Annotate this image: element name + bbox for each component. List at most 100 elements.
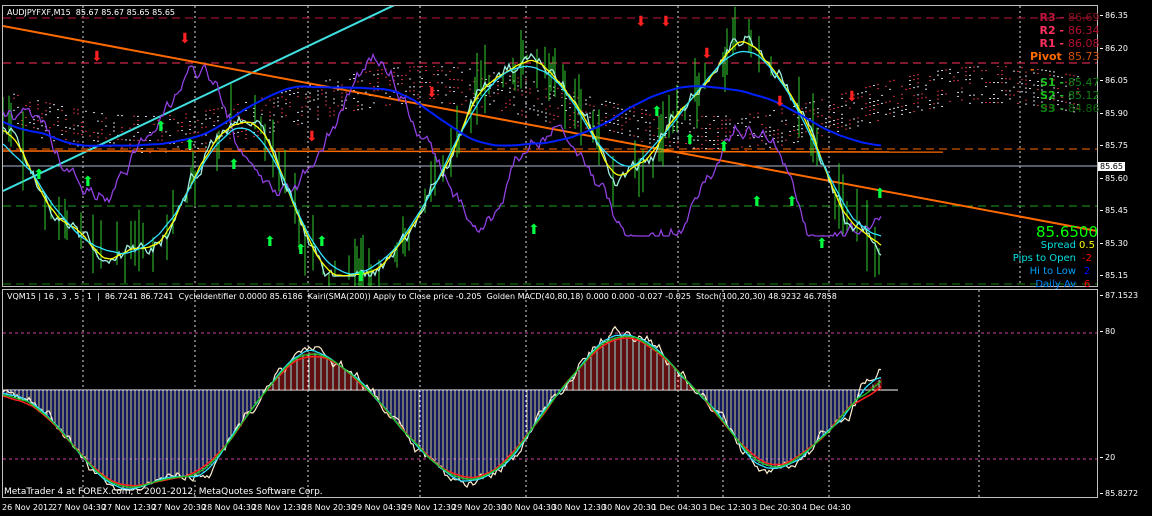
cloud-dot: [521, 114, 523, 116]
main-price-chart[interactable]: ⬇ ⬇ ⬇ ⬇ ⬇ ⬇ ⬇ ⬇ ⬇ ⬆ ⬆ ⬆ ⬆ ⬆ ⬆ ⬆ ⬆ ⬆ ⬆ ⬆ ⬆ ⬆ ⬆ ⬆ ⬆ ⬆ AUDJPYFXF,M15…: [2, 5, 1098, 287]
cloud-dot: [221, 107, 223, 109]
cloud-dot: [145, 115, 147, 117]
cloud-dot: [729, 119, 731, 121]
cloud-dot: [305, 105, 307, 107]
cloud-dot: [829, 105, 831, 107]
cloud-dot: [453, 103, 455, 105]
cloud-dot: [825, 126, 827, 128]
cloud-dot: [641, 117, 643, 119]
cloud-dot: [721, 119, 723, 121]
cloud-dot: [17, 94, 19, 96]
cloud-dot: [821, 115, 823, 117]
cloud-dot: [345, 91, 347, 93]
price-tick: 85.90: [1100, 109, 1128, 118]
time-tick: 28 Nov 20:30: [302, 503, 356, 512]
cloud-dot: [609, 101, 611, 103]
time-tick: 29 Nov 12:30: [402, 503, 456, 512]
cloud-dot: [449, 102, 451, 104]
cloud-dot: [73, 128, 75, 130]
cloud-dot: [121, 131, 123, 133]
cloud-dot: [109, 142, 111, 144]
cloud-dot: [289, 102, 291, 104]
cloud-dot: [861, 120, 863, 122]
cloud-dot: [677, 146, 679, 148]
cloud-dot: [189, 124, 191, 126]
cloud-dot: [297, 111, 299, 113]
cloud-dot: [805, 107, 807, 109]
cloud-dot: [829, 125, 831, 127]
cloud-dot: [41, 137, 43, 139]
cloud-dot: [501, 109, 503, 111]
cloud-dot: [293, 120, 295, 122]
cloud-dot: [281, 96, 283, 98]
indicator-canvas: [3, 290, 1097, 497]
cloud-dot: [297, 123, 299, 125]
cloud-dot: [817, 112, 819, 114]
cloud-dot: [45, 102, 47, 104]
cloud-dot: [641, 141, 643, 143]
cloud-dot: [773, 134, 775, 136]
cloud-dot: [357, 105, 359, 107]
cloud-dot: [885, 113, 887, 115]
cloud-dot: [921, 109, 923, 111]
cloud-dot: [917, 98, 919, 100]
cloud-dot: [701, 115, 703, 117]
pivot-label: S3 -: [1040, 102, 1064, 115]
cloud-dot: [837, 130, 839, 132]
cloud-dot: [901, 113, 903, 115]
cloud-dot: [633, 111, 635, 113]
cloud-dot: [137, 139, 139, 141]
cloud-dot: [409, 86, 411, 88]
cloud-dot: [433, 74, 435, 76]
cloud-dot: [993, 102, 995, 104]
cloud-dot: [841, 117, 843, 119]
cloud-dot: [569, 119, 571, 121]
cloud-dot: [569, 115, 571, 117]
cloud-dot: [397, 75, 399, 77]
cloud-dot: [877, 83, 879, 85]
cloud-dot: [969, 78, 971, 80]
cloud-dot: [29, 102, 31, 104]
cloud-dot: [609, 129, 611, 131]
cloud-dot: [325, 104, 327, 106]
cloud-dot: [709, 147, 711, 149]
cloud-dot: [241, 130, 243, 132]
cloud-dot: [1001, 82, 1003, 84]
cloud-dot: [441, 66, 443, 68]
cloud-dot: [333, 110, 335, 112]
cloud-dot: [629, 118, 631, 120]
cloud-dot: [169, 119, 171, 121]
cloud-dot: [49, 111, 51, 113]
cloud-dot: [997, 74, 999, 76]
cloud-dot: [713, 115, 715, 117]
cloud-dot: [421, 86, 423, 88]
cloud-dot: [401, 79, 403, 81]
cloud-dot: [725, 123, 727, 125]
cloud-dot: [509, 91, 511, 93]
cloud-dot: [409, 90, 411, 92]
cloud-dot: [585, 127, 587, 129]
indicator-subwindow[interactable]: VQM15 | 16 , 3 , 5 , 1 | 86.7241 86.7241…: [2, 289, 1098, 498]
cloud-dot: [465, 100, 467, 102]
price-axis[interactable]: 86.35 86.20 86.05 85.90 85.75 85.60 85.45 85.30…: [1098, 5, 1152, 285]
cloud-dot: [909, 84, 911, 86]
buy-arrow-icon: ⬆: [82, 174, 94, 190]
cloud-dot: [729, 131, 731, 133]
cloud-dot: [717, 115, 719, 117]
indicator-axis-bottom: 85.8272: [1100, 489, 1138, 498]
cloud-dot: [65, 130, 67, 132]
pivot-value: 86.08: [1068, 37, 1100, 50]
cloud-dot: [709, 123, 711, 125]
cloud-dot: [61, 106, 63, 108]
cloud-dot: [993, 94, 995, 96]
sell-arrow-icon: ⬇: [635, 14, 647, 30]
cloud-dot: [213, 121, 215, 123]
cloud-dot: [561, 92, 563, 94]
cloud-dot: [421, 82, 423, 84]
cloud-dot: [997, 98, 999, 100]
cloud-dot: [669, 145, 671, 147]
cloud-dot: [705, 131, 707, 133]
cloud-dot: [449, 90, 451, 92]
cloud-dot: [1001, 102, 1003, 104]
cloud-dot: [717, 135, 719, 137]
